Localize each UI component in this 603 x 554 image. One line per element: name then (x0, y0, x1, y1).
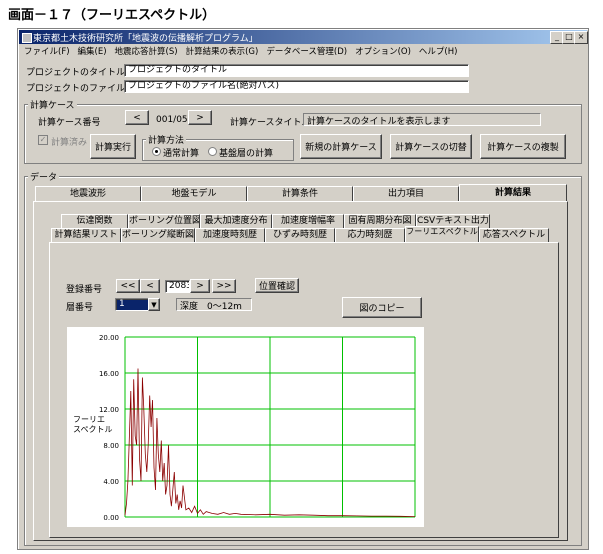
method-normal-radio[interactable] (152, 147, 161, 156)
calc-case-group-title: 計算ケース (28, 98, 77, 111)
tab-ground-model[interactable]: 地盤モデル (141, 186, 247, 201)
menu-options[interactable]: オプション(O) (355, 47, 411, 57)
menu-view-results[interactable]: 計算結果の表示(G) (186, 47, 259, 57)
menu-bar: ファイル(F) 編集(E) 地震応答計算(S) 計算結果の表示(G) データベース管理(… (24, 45, 465, 57)
registration-number-input[interactable]: 2083 (165, 280, 190, 293)
y-tick-label: 16.00 (99, 370, 119, 378)
calc-case-number-label: 計算ケース番号 (38, 118, 101, 128)
calc-method-title: 計算方法 (146, 133, 187, 146)
method-base-radio[interactable] (208, 147, 217, 156)
subtab-accel-amplification[interactable]: 加速度増幅率 (272, 214, 344, 228)
layer-select[interactable]: 1 (115, 298, 150, 311)
subtab-boring-section[interactable]: ボーリング縦断図 (121, 228, 195, 242)
locate-button[interactable]: 位置確認 (255, 278, 299, 293)
y-tick-label: 12.00 (99, 406, 119, 414)
app-icon (22, 33, 32, 43)
tab-calc-results[interactable]: 計算結果 (459, 184, 567, 202)
next-record-button[interactable]: > (190, 279, 210, 293)
tab-output-items[interactable]: 出力項目 (353, 186, 459, 201)
y-tick-label: 4.00 (103, 478, 119, 486)
chart-svg: 20.00 16.00 12.00 8.00 4.00 0.00 フーリエスペクトル (73, 334, 416, 522)
last-record-button[interactable]: >> (212, 279, 236, 293)
method-base-label: 基盤層の計算 (219, 149, 274, 159)
close-button[interactable]: × (574, 31, 588, 44)
subtab-results-list[interactable]: 計算結果リスト (51, 228, 121, 242)
fourier-spectrum-chart: 20.00 16.00 12.00 8.00 4.00 0.00 フーリエ スペクトル (67, 327, 424, 527)
chevron-down-icon[interactable]: ▼ (148, 298, 160, 311)
computed-label: 計算済み (51, 138, 88, 148)
next-case-button[interactable]: > (188, 110, 212, 125)
subtab-accel-history[interactable]: 加速度時刻歴 (195, 228, 265, 242)
menu-calc[interactable]: 地震応答計算(S) (115, 47, 178, 57)
computed-checkbox[interactable]: ✓ (38, 135, 48, 145)
switch-case-button[interactable]: 計算ケースの切替 (390, 134, 472, 159)
y-tick-label: 20.00 (99, 334, 119, 342)
execute-button[interactable]: 計算実行 (90, 134, 136, 159)
y-axis-label: スペクトル (73, 425, 112, 434)
tab-calc-conditions[interactable]: 計算条件 (247, 186, 353, 201)
subtab-response-spectrum[interactable]: 応答スペクトル (479, 228, 549, 242)
copy-case-button[interactable]: 計算ケースの複製 (480, 134, 566, 159)
y-tick-label: 8.00 (103, 442, 119, 450)
first-record-button[interactable]: << (116, 279, 140, 293)
menu-help[interactable]: ヘルプ(H) (419, 47, 458, 57)
project-title-label: プロジェクトのタイトル (26, 68, 126, 78)
y-tick-label: 0.00 (103, 514, 119, 522)
y-axis-label: フーリエ (73, 415, 105, 424)
subtab-max-accel-dist[interactable]: 最大加速度分布 (200, 214, 272, 228)
title-bar: 東京都土木技術研究所「地震波の伝播解析プログラム」 _ □ × (19, 30, 588, 44)
document-title: 画面－１７（フーリエスペクトル） (8, 8, 216, 23)
subtab-fourier-spectrum[interactable]: フーリエスペクトル (405, 226, 479, 242)
method-normal-label: 通常計算 (163, 149, 200, 159)
calc-case-title-value: 計算ケースのタイトルを表示します (303, 113, 541, 127)
tab-seismic-waveform[interactable]: 地震波形 (35, 186, 141, 201)
prev-case-button[interactable]: < (125, 110, 149, 125)
menu-edit[interactable]: 編集(E) (78, 47, 107, 57)
subtab-stress-history[interactable]: 応力時刻歴 (335, 228, 405, 242)
copy-figure-button[interactable]: 図のコピー (342, 297, 422, 318)
prev-record-button[interactable]: < (140, 279, 160, 293)
subtab-boring-location[interactable]: ボーリング位置図 (128, 214, 200, 228)
calc-case-title-label: 計算ケースタイトル (230, 118, 311, 128)
data-group-title: データ (28, 170, 60, 183)
depth-display: 深度 0～12m (176, 298, 252, 312)
menu-file[interactable]: ファイル(F) (24, 47, 70, 57)
subtab-transfer-function[interactable]: 伝達関数 (61, 214, 128, 228)
project-file-label: プロジェクトのファイル名 (26, 84, 135, 94)
project-file-input[interactable]: プロジェクトのファイル名(絶対パス) (124, 80, 469, 93)
layer-label: 層番号 (66, 303, 94, 313)
new-case-button[interactable]: 新規の計算ケース (300, 134, 382, 159)
registration-label: 登録番号 (66, 285, 103, 295)
window-title: 東京都土木技術研究所「地震波の伝播解析プログラム」 (33, 34, 258, 44)
menu-database[interactable]: データベース管理(D) (266, 47, 347, 57)
subtab-strain-history[interactable]: ひずみ時刻歴 (265, 228, 335, 242)
project-title-input[interactable]: プロジェクトのタイトル (124, 64, 469, 77)
